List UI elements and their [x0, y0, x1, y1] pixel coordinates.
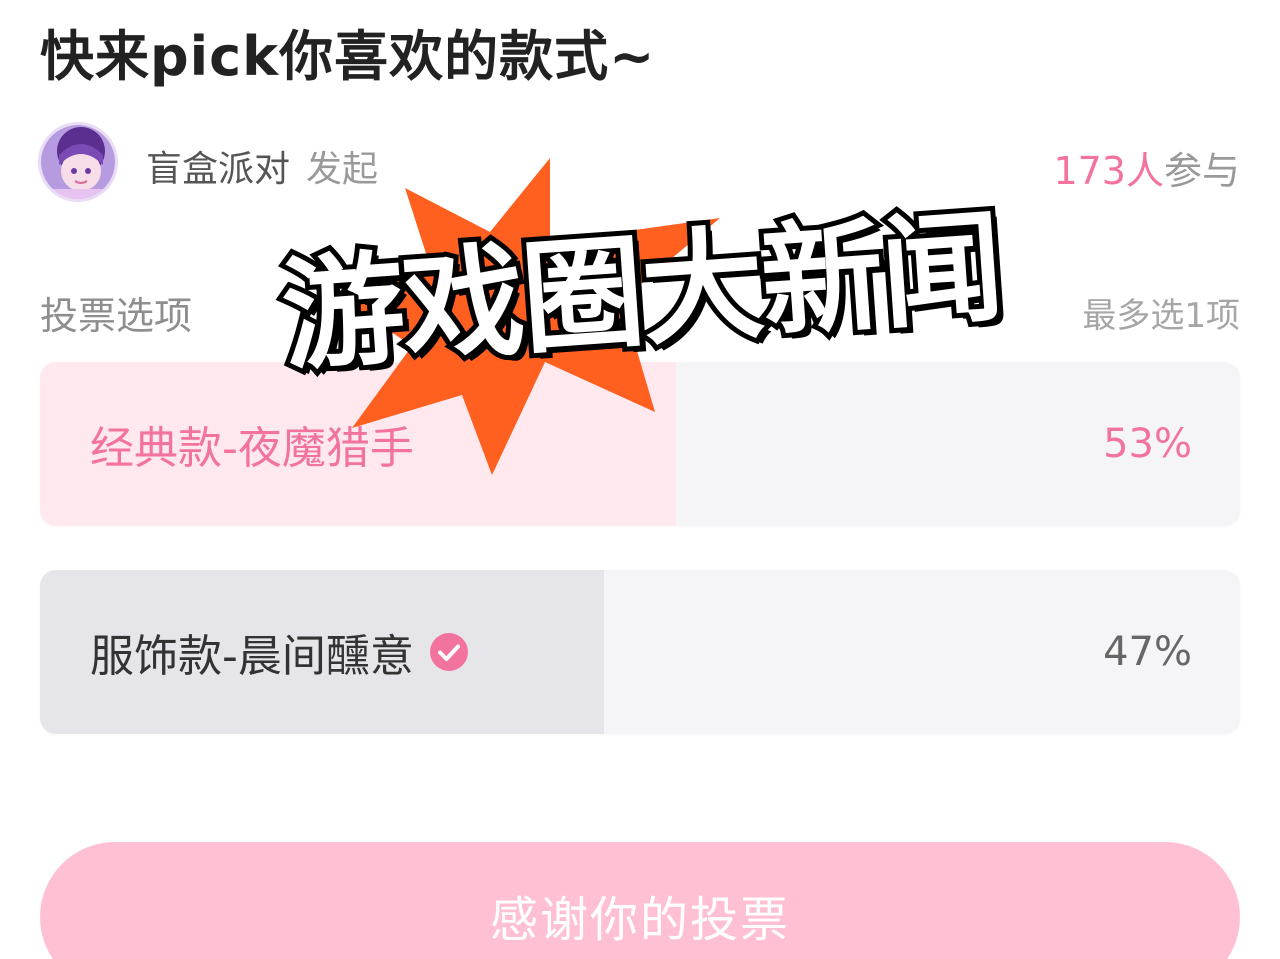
poll-title: 快来pick你喜欢的款式~: [40, 25, 656, 88]
option-label: 服饰款-晨间醺意: [90, 620, 468, 684]
poll-card: 快来pick你喜欢的款式~ 盲盒派对 发起 173人参与 投票选项 最多选1项 经…: [0, 0, 1280, 959]
selection-limit: 最多选1项: [1082, 296, 1240, 336]
check-circle-icon: [429, 633, 468, 671]
submit-vote-button[interactable]: 感谢你的投票: [40, 842, 1240, 959]
participant-number: 173人: [1053, 149, 1164, 193]
section-label: 投票选项: [40, 294, 193, 338]
avatar[interactable]: [38, 122, 118, 202]
option-percent: 47%: [1103, 629, 1192, 675]
participant-count: 173人参与: [1053, 140, 1240, 195]
submit-label: 感谢你的投票: [489, 892, 790, 948]
option-percent: 53%: [1103, 421, 1192, 467]
poll-option-2[interactable]: 服饰款-晨间醺意 47%: [40, 570, 1240, 734]
initiator-name[interactable]: 盲盒派对: [146, 149, 290, 190]
option-label-text: 服饰款-晨间醺意: [90, 631, 414, 682]
participant-unit: 参与: [1163, 149, 1240, 193]
